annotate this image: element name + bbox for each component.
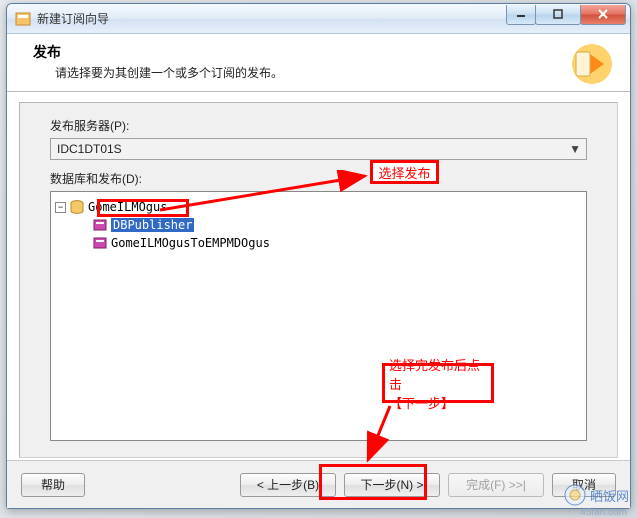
app-icon	[15, 11, 31, 27]
publisher-select[interactable]: IDC1DT01S ▼	[50, 138, 587, 160]
watermark: 晒饭网	[564, 484, 629, 506]
close-button[interactable]	[580, 5, 626, 25]
tree-label: 数据库和发布(D):	[50, 170, 587, 187]
watermark-icon	[564, 484, 586, 506]
button-row: 帮助 < 上一步(B) 下一步(N) > 完成(F) >>| 取消	[7, 460, 630, 508]
tree-item[interactable]: GomeILMOgusToEMPMDOgus	[55, 234, 582, 252]
database-icon	[70, 200, 84, 214]
minimize-button[interactable]	[506, 5, 536, 25]
publication-icon	[93, 236, 107, 250]
watermark-url: 45fan.com	[580, 507, 627, 518]
tree-root[interactable]: − GomeILMOgus	[55, 198, 582, 216]
publication-icon	[93, 218, 107, 232]
content-panel: 发布服务器(P): IDC1DT01S ▼ 数据库和发布(D): − GomeI…	[19, 102, 618, 458]
wizard-icon	[570, 42, 614, 86]
chevron-down-icon: ▼	[569, 142, 581, 156]
tree-item-label: DBPublisher	[111, 218, 194, 232]
collapse-icon[interactable]: −	[55, 202, 66, 213]
window-controls	[507, 5, 626, 25]
tree-item-label: GomeILMOgusToEMPMDOgus	[111, 236, 270, 250]
tree-root-label: GomeILMOgus	[88, 200, 167, 214]
window: 新建订阅向导 发布 请选择要为其创建一个或多个订阅的发布。 发布服务器(P): …	[6, 3, 631, 509]
wizard-header: 发布 请选择要为其创建一个或多个订阅的发布。	[7, 34, 630, 92]
finish-button: 完成(F) >>|	[448, 473, 544, 497]
publisher-value: IDC1DT01S	[57, 142, 122, 156]
publication-tree[interactable]: − GomeILMOgus DBPublisher GomeILMOgusToE…	[50, 191, 587, 441]
wizard-title: 发布	[33, 42, 552, 62]
wizard-desc: 请选择要为其创建一个或多个订阅的发布。	[55, 64, 552, 81]
watermark-text: 晒饭网	[590, 486, 629, 505]
publisher-label: 发布服务器(P):	[50, 117, 587, 134]
titlebar[interactable]: 新建订阅向导	[7, 4, 630, 34]
tree-item-selected[interactable]: DBPublisher	[55, 216, 582, 234]
maximize-button[interactable]	[535, 5, 581, 25]
help-button[interactable]: 帮助	[21, 473, 85, 497]
next-button[interactable]: 下一步(N) >	[344, 473, 440, 497]
window-title: 新建订阅向导	[37, 10, 507, 27]
back-button[interactable]: < 上一步(B)	[240, 473, 336, 497]
